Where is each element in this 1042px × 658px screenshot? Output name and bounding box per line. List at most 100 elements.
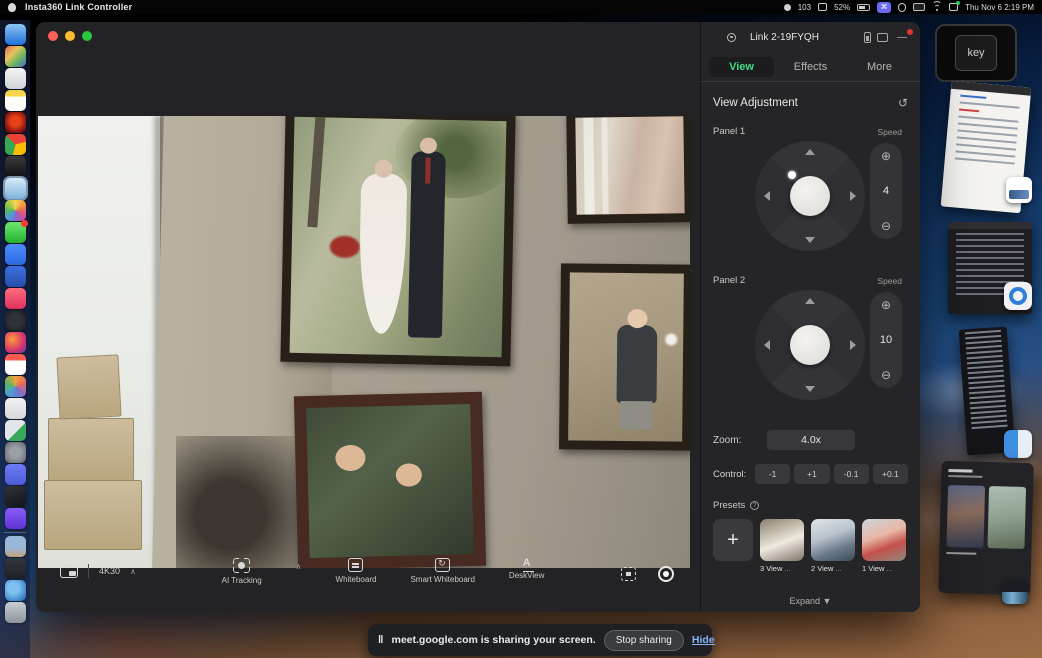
joystick-down-icon[interactable] xyxy=(805,386,815,392)
more-menu-icon[interactable]: — xyxy=(894,32,910,43)
joystick-up-icon[interactable] xyxy=(805,298,815,304)
joystick-center-knob[interactable] xyxy=(790,325,830,365)
preset-more-icon[interactable]: ... xyxy=(886,564,892,573)
dock-item-white-app[interactable] xyxy=(5,398,26,419)
dock-item-messages[interactable] xyxy=(5,222,26,243)
panel1-joystick[interactable] xyxy=(755,141,865,251)
preset-thumbnail[interactable] xyxy=(811,519,855,561)
wifi-icon[interactable] xyxy=(932,3,942,11)
dock-item-globe-gray[interactable] xyxy=(5,442,26,463)
pip-icon[interactable] xyxy=(60,565,78,578)
location-icon[interactable] xyxy=(784,4,791,11)
zoom-minus-0-1-button[interactable]: -0.1 xyxy=(834,464,869,484)
dock-item-calendar[interactable] xyxy=(5,354,26,375)
dock-item-chrome[interactable] xyxy=(5,134,26,155)
speed-increase-icon[interactable]: ⊕ xyxy=(881,299,891,311)
dock-item-settings-dark[interactable] xyxy=(5,156,26,177)
fullscreen-button[interactable] xyxy=(82,31,92,41)
keyboard-icon[interactable] xyxy=(913,3,925,11)
add-preset-button[interactable]: + xyxy=(713,519,753,561)
tab-effects[interactable]: Effects xyxy=(778,57,843,77)
deskview-button[interactable]: A DeskView xyxy=(509,558,544,585)
resolution-caret-icon[interactable]: ∧ xyxy=(130,567,136,576)
expand-toggle[interactable]: Expand ▼ xyxy=(701,596,920,606)
preset-thumbnail[interactable] xyxy=(760,519,804,561)
dock-item-zoom[interactable] xyxy=(5,244,26,265)
lock-icon[interactable] xyxy=(818,3,827,11)
frame-lock-icon[interactable] xyxy=(621,567,636,581)
dock-item-insta360-link-controller[interactable] xyxy=(5,178,26,199)
screen-switch-icon[interactable] xyxy=(877,33,888,42)
preset-more-icon[interactable]: ... xyxy=(835,564,841,573)
hide-link[interactable]: Hide xyxy=(692,634,715,646)
dock-item-star-purple[interactable] xyxy=(5,508,26,529)
preset-more-icon[interactable]: ... xyxy=(784,564,790,573)
apple-logo-icon[interactable] xyxy=(8,3,16,12)
joystick-right-icon[interactable] xyxy=(850,340,856,350)
menubar-clock[interactable]: Thu Nov 6 2:19 PM xyxy=(965,3,1034,12)
zoom-value-field[interactable]: 4.0x xyxy=(767,430,855,450)
screen-mirroring-icon[interactable] xyxy=(949,3,958,11)
tab-view[interactable]: View xyxy=(709,57,774,77)
joystick-left-icon[interactable] xyxy=(764,340,770,350)
dock-item-discord[interactable] xyxy=(5,464,26,485)
stage-window-key[interactable]: key xyxy=(935,24,1017,82)
panel2-joystick[interactable] xyxy=(755,290,865,400)
preview-app-icon[interactable] xyxy=(1006,177,1032,203)
stop-sharing-button[interactable]: Stop sharing xyxy=(604,630,684,651)
minimize-button[interactable] xyxy=(65,31,75,41)
preset-1-view[interactable]: 1 View... xyxy=(862,519,906,573)
dock-item-editor-green[interactable] xyxy=(5,420,26,441)
shield-icon[interactable] xyxy=(898,3,906,12)
speed-decrease-icon[interactable]: ⊖ xyxy=(881,369,891,381)
dock-minimized-window-globe[interactable] xyxy=(5,580,26,601)
dock-item-obs[interactable] xyxy=(5,310,26,331)
joystick-up-icon[interactable] xyxy=(805,149,815,155)
dock-item-photos[interactable] xyxy=(5,200,26,221)
tab-more[interactable]: More xyxy=(847,57,912,77)
preset-2-view[interactable]: 2 View... xyxy=(811,519,855,573)
dock-item-notes[interactable] xyxy=(5,90,26,111)
joystick-down-icon[interactable] xyxy=(805,237,815,243)
dock-item-photo-booth[interactable] xyxy=(5,112,26,133)
joystick-right-icon[interactable] xyxy=(850,191,856,201)
preset-3-view[interactable]: 3 View... xyxy=(760,519,804,573)
speed-increase-icon[interactable]: ⊕ xyxy=(881,150,891,162)
view-adjustment-title: View Adjustment xyxy=(713,97,798,109)
dock-minimized-window-dark[interactable] xyxy=(5,558,26,579)
zoom-plus-0-1-button[interactable]: +0.1 xyxy=(873,464,908,484)
dock-item-iphone-mirroring[interactable] xyxy=(5,486,26,507)
ai-tracking-button[interactable]: AI Tracking xyxy=(222,558,262,585)
dock-item-media-colorful[interactable] xyxy=(5,376,26,397)
preset-thumbnail[interactable] xyxy=(862,519,906,561)
dock-minimized-window-landscape[interactable] xyxy=(5,536,26,557)
input-source-icon[interactable]: ⌘ xyxy=(877,2,891,13)
joystick-center-knob[interactable] xyxy=(790,176,830,216)
quicktime-app-icon[interactable] xyxy=(1004,282,1032,310)
dock-item-launchpad[interactable] xyxy=(5,46,26,67)
dock-item-finder[interactable] xyxy=(5,24,26,45)
finder-app-icon[interactable] xyxy=(1004,430,1032,458)
dock-item-blue-utility[interactable] xyxy=(5,266,26,287)
zoom-minus-1-button[interactable]: -1 xyxy=(755,464,790,484)
dock-item-music[interactable] xyxy=(5,288,26,309)
battery-percent[interactable]: 52% xyxy=(834,3,850,12)
whiteboard-button[interactable]: Whiteboard xyxy=(336,558,377,585)
resolution-value[interactable]: 4K30 xyxy=(99,566,120,576)
close-button[interactable] xyxy=(48,31,58,41)
zoom-plus-1-button[interactable]: +1 xyxy=(794,464,829,484)
dock-item-mail-utility[interactable] xyxy=(5,68,26,89)
ai-tracking-caret[interactable]: ∧ xyxy=(296,558,302,585)
speed-decrease-icon[interactable]: ⊖ xyxy=(881,220,891,232)
record-button[interactable] xyxy=(658,566,674,582)
menubar-app-name[interactable]: Insta360 Link Controller xyxy=(25,2,132,12)
stage-window-media[interactable] xyxy=(938,461,1033,595)
menubar-counter[interactable]: 103 xyxy=(798,3,811,12)
smart-whiteboard-button[interactable]: Smart Whiteboard xyxy=(410,558,474,585)
dock-item-trash[interactable] xyxy=(5,602,26,623)
reset-icon[interactable]: ↺ xyxy=(898,96,908,110)
dock-item-browser-sphere[interactable] xyxy=(5,332,26,353)
media-app-icon[interactable] xyxy=(1002,580,1028,604)
joystick-left-icon[interactable] xyxy=(764,191,770,201)
info-icon[interactable]: ? xyxy=(750,501,759,510)
